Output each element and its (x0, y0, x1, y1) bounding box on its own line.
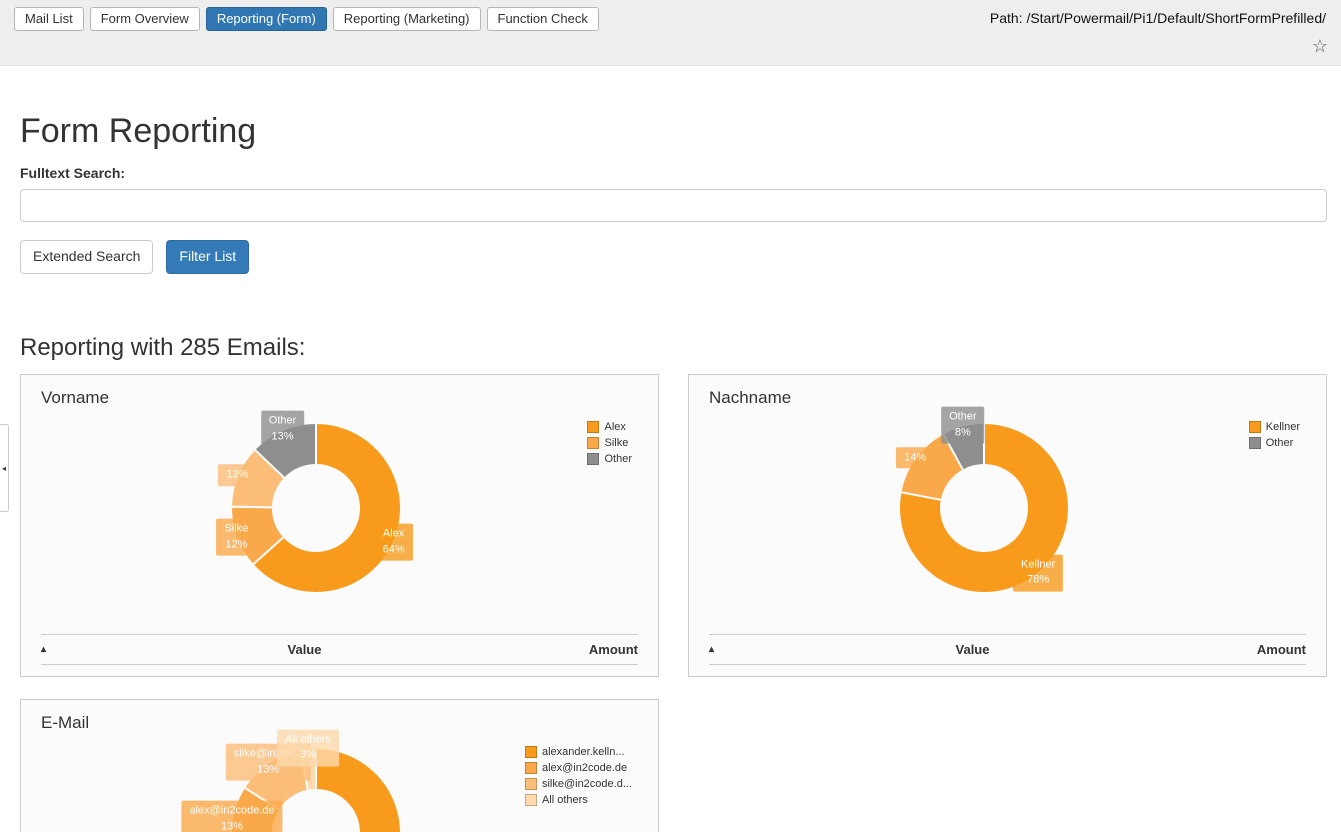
slice-label: Other8% (941, 407, 985, 444)
amount-column-header[interactable]: Amount (538, 642, 638, 657)
tab-function-check[interactable]: Function Check (487, 7, 599, 31)
sidebar-collapse-handle[interactable]: ◂ (0, 424, 9, 512)
donut-chart-area: alexander.kelln... alex@in2code.de silke@i… (21, 740, 658, 832)
legend-item[interactable]: Kellner (1249, 421, 1300, 433)
slice-label: 14% (896, 447, 934, 468)
slice-label: Other13% (261, 411, 305, 448)
chart-legend: Alex Silke Other (587, 421, 632, 465)
legend-item[interactable]: All others (525, 794, 632, 806)
legend-label: alex@in2code.de (542, 762, 627, 774)
legend-label: alexander.kelln... (542, 746, 625, 758)
value-column-header[interactable]: Value (739, 642, 1206, 657)
legend-item[interactable]: Other (587, 453, 632, 465)
legend-swatch-icon (1249, 421, 1261, 433)
legend-item[interactable]: Alex (587, 421, 632, 433)
bookmark-star-icon[interactable]: ☆ (1312, 37, 1328, 55)
chart-panel-vorname: Vorname AlexSilkeOther Alex64%Silke12%12… (20, 374, 659, 677)
collapse-arrow-icon: ◂ (2, 464, 6, 473)
legend-swatch-icon (587, 453, 599, 465)
legend-swatch-icon (587, 437, 599, 449)
search-input[interactable] (20, 189, 1327, 222)
chart-legend: alexander.kelln... alex@in2code.de silke@i… (525, 746, 632, 806)
page-path: Path: /Start/Powermail/Pi1/Default/Short… (990, 10, 1326, 26)
fulltext-search-label: Fulltext Search: (20, 165, 1327, 181)
amount-column-header[interactable]: Amount (1206, 642, 1306, 657)
slice-label: Silke12% (216, 519, 256, 556)
legend-label: Other (604, 453, 632, 465)
donut-chart-area: AlexSilkeOther Alex64%Silke12%12%Other13… (21, 415, 658, 634)
legend-item[interactable]: Silke (587, 437, 632, 449)
legend-label: Other (1266, 437, 1294, 449)
legend-swatch-icon (525, 746, 537, 758)
legend-swatch-icon (587, 421, 599, 433)
legend-label: Silke (604, 437, 628, 449)
chart-panel-email: E-Mail alexander.kelln...alex@in2code.de… (20, 699, 659, 832)
charts-grid: Vorname AlexSilkeOther Alex64%Silke12%12… (20, 374, 1327, 832)
legend-label: Alex (604, 421, 625, 433)
reporting-heading: Reporting with 285 Emails: (20, 334, 1327, 362)
tab-mail-list[interactable]: Mail List (14, 7, 84, 31)
extended-search-button[interactable]: Extended Search (20, 240, 153, 274)
slice-label: Kellner78% (1013, 555, 1063, 592)
donut-chart (206, 398, 426, 618)
tab-reporting-marketing[interactable]: Reporting (Marketing) (333, 7, 481, 31)
sort-caret-icon[interactable]: ▴ (709, 644, 739, 655)
chart-table-header: ▴ Value Amount (709, 634, 1306, 665)
filter-list-button[interactable]: Filter List (166, 240, 249, 274)
top-bar: Mail List Form Overview Reporting (Form)… (0, 0, 1341, 66)
search-buttons: Extended Search Filter List (20, 240, 1327, 274)
chart-panel-nachname: Nachname KellnerOther Kellner78%14%Other… (688, 374, 1327, 677)
legend-label: silke@in2code.d... (542, 778, 632, 790)
chart-legend: Kellner Other (1249, 421, 1300, 449)
slice-label: alex@in2code.de13% (181, 801, 282, 832)
slice-label: 12% (218, 465, 256, 486)
legend-label: All others (542, 794, 588, 806)
legend-swatch-icon (525, 762, 537, 774)
tab-form-overview[interactable]: Form Overview (90, 7, 200, 31)
value-column-header[interactable]: Value (71, 642, 538, 657)
sort-caret-icon[interactable]: ▴ (41, 644, 71, 655)
module-tabs: Mail List Form Overview Reporting (Form)… (14, 7, 599, 31)
legend-swatch-icon (525, 778, 537, 790)
main-content: Form Reporting Fulltext Search: Extended… (0, 112, 1341, 832)
slice-label: Alex64% (375, 524, 413, 561)
legend-swatch-icon (1249, 437, 1261, 449)
legend-swatch-icon (525, 794, 537, 806)
tab-reporting-form[interactable]: Reporting (Form) (206, 7, 327, 31)
legend-label: Kellner (1266, 421, 1300, 433)
slice-label: All others3% (277, 730, 339, 767)
legend-item[interactable]: alex@in2code.de (525, 762, 632, 774)
chart-table-header: ▴ Value Amount (41, 634, 638, 665)
legend-item[interactable]: silke@in2code.d... (525, 778, 632, 790)
legend-item[interactable]: Other (1249, 437, 1300, 449)
page-title: Form Reporting (20, 112, 1327, 151)
donut-chart-area: KellnerOther Kellner78%14%Other8% (689, 415, 1326, 634)
legend-item[interactable]: alexander.kelln... (525, 746, 632, 758)
